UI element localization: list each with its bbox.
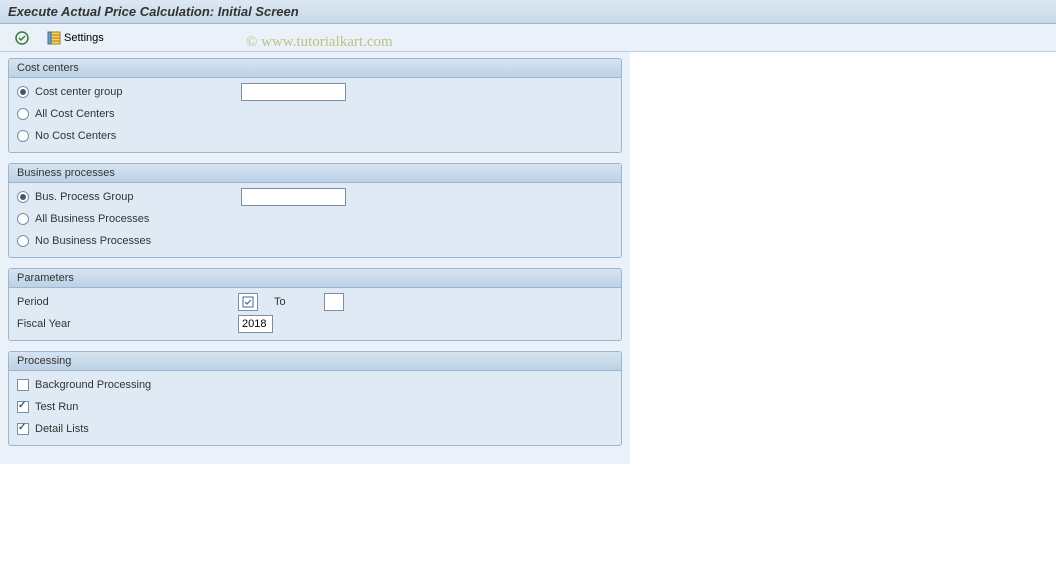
label-cc-all: All Cost Centers [35,108,235,120]
label-period: Period [17,296,232,308]
settings-button[interactable]: Settings [42,29,108,47]
radio-cc-all[interactable] [17,108,29,120]
label-fiscal-year: Fiscal Year [17,318,232,330]
label-testrun: Test Run [35,401,235,413]
settings-icon [46,30,62,46]
required-icon [242,296,254,308]
input-fiscal-year[interactable] [238,315,273,333]
label-background: Background Processing [35,379,235,391]
checkbox-background[interactable] [17,379,29,391]
input-period-to[interactable] [324,293,344,311]
page-title: Execute Actual Price Calculation: Initia… [8,4,299,19]
input-bp-group[interactable] [241,188,346,206]
settings-label: Settings [64,32,104,44]
label-bp-group: Bus. Process Group [35,191,235,203]
label-bp-none: No Business Processes [35,235,235,247]
group-header-cost-centers: Cost centers [9,59,621,78]
label-detail: Detail Lists [35,423,235,435]
label-bp-all: All Business Processes [35,213,235,225]
input-cc-group[interactable] [241,83,346,101]
radio-bp-group[interactable] [17,191,29,203]
execute-icon [14,30,30,46]
group-processing: Processing Background Processing Test Ru… [8,351,622,446]
radio-bp-all[interactable] [17,213,29,225]
group-cost-centers: Cost centers Cost center group All Cost … [8,58,622,153]
label-cc-group: Cost center group [35,86,235,98]
label-cc-none: No Cost Centers [35,130,235,142]
group-header-processing: Processing [9,352,621,371]
radio-cc-group[interactable] [17,86,29,98]
group-parameters: Parameters Period To Fiscal Year [8,268,622,341]
radio-cc-none[interactable] [17,130,29,142]
radio-bp-none[interactable] [17,235,29,247]
toolbar: Settings [0,24,1056,52]
checkbox-detail[interactable] [17,423,29,435]
title-bar: Execute Actual Price Calculation: Initia… [0,0,1056,24]
group-business-processes: Business processes Bus. Process Group Al… [8,163,622,258]
input-period-from[interactable] [238,293,258,311]
label-to: To [274,296,286,308]
checkbox-testrun[interactable] [17,401,29,413]
execute-button[interactable] [10,29,34,47]
group-header-parameters: Parameters [9,269,621,288]
group-header-bp: Business processes [9,164,621,183]
content-area: Cost centers Cost center group All Cost … [0,52,630,464]
